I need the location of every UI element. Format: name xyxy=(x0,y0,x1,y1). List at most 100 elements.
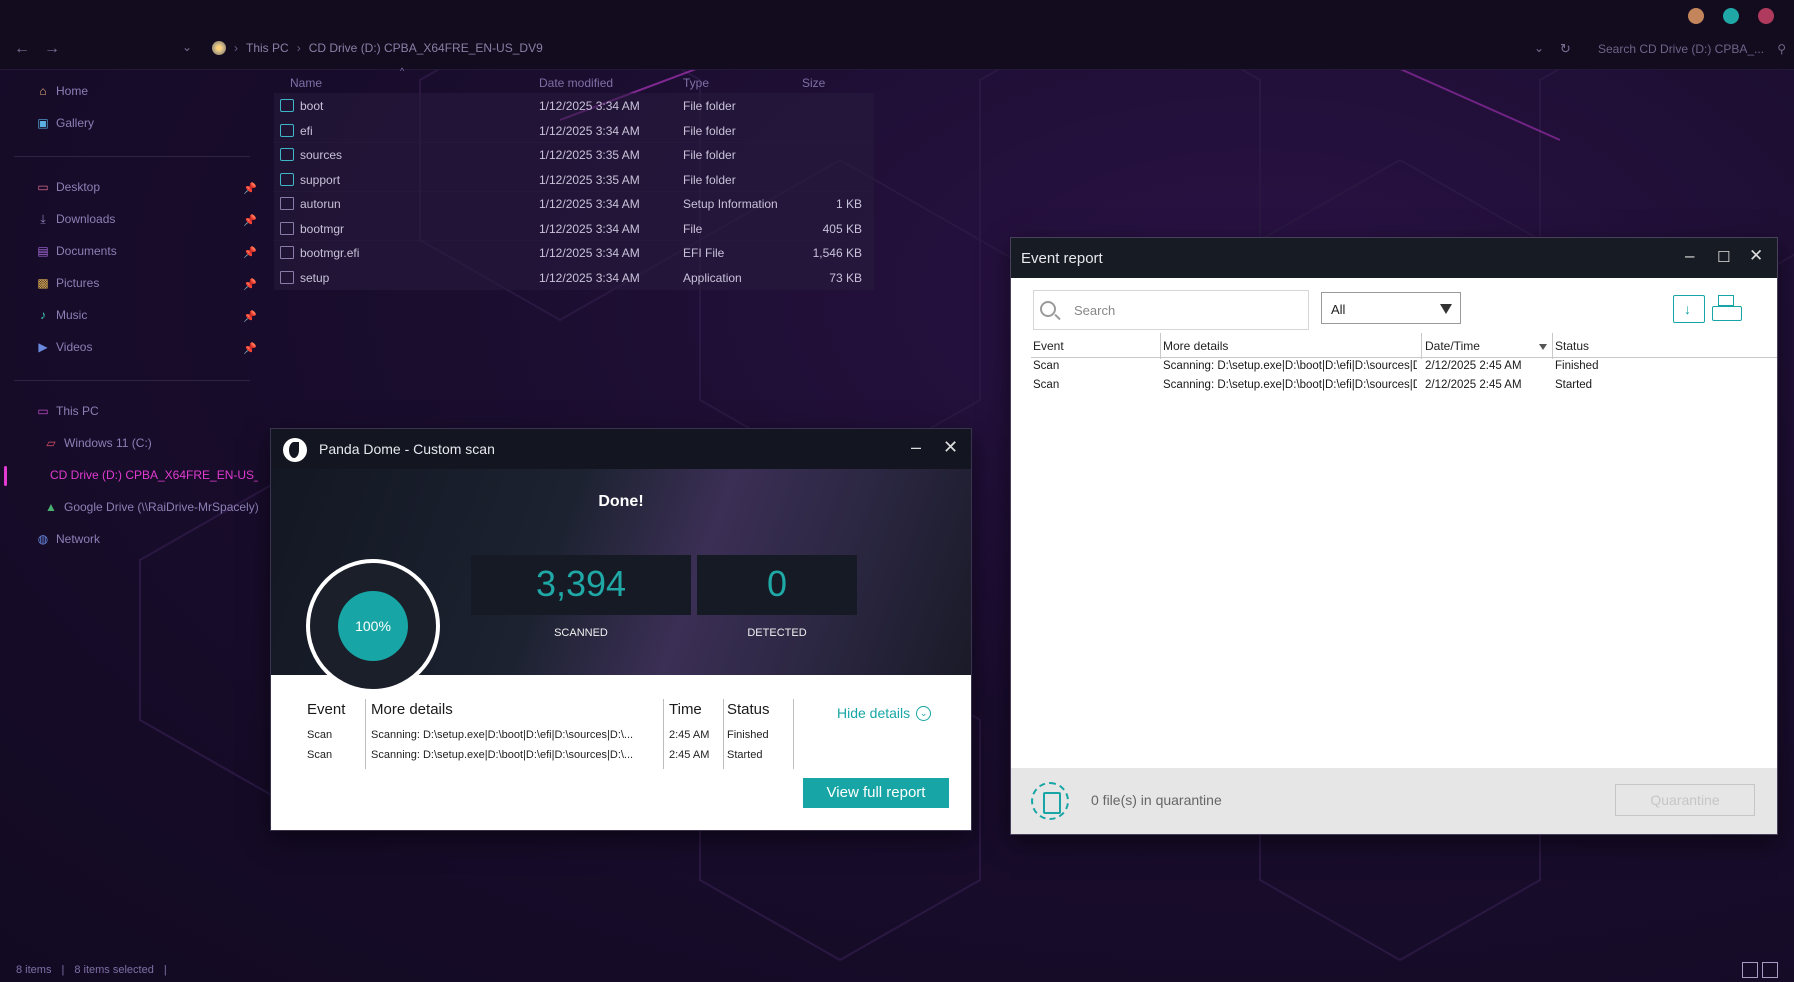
sidebar-item-this-pc[interactable]: ▭ This PC xyxy=(36,404,98,418)
recent-locations-chevron-icon[interactable]: ⌄ xyxy=(182,40,192,54)
event-report-title-bar: Event report – ☐ ✕ xyxy=(1011,238,1777,278)
column-header-size[interactable]: Size xyxy=(802,76,825,90)
close-icon[interactable]: ✕ xyxy=(1749,246,1763,266)
sidebar-item-google-drive[interactable]: ▲ Google Drive (\\RaiDrive-MrSpacely) xyxy=(44,500,259,514)
table-cell-details[interactable]: Scanning: D:\setup.exe|D:\boot|D:\efi|D:… xyxy=(1163,379,1417,391)
quarantine-icon xyxy=(1031,782,1069,820)
table-cell-datetime[interactable]: 2/12/2025 2:45 AM xyxy=(1425,379,1522,391)
table-cell-details[interactable]: Scanning: D:\setup.exe|D:\boot|D:\efi|D:… xyxy=(1163,360,1417,372)
event-filter-select[interactable]: All xyxy=(1321,292,1461,324)
file-row[interactable]: boot 1/12/2025 3:34 AM File folder xyxy=(274,93,874,118)
search-icon: ⚲ xyxy=(1777,42,1786,56)
column-header-status: Status xyxy=(727,701,770,718)
table-cell-event[interactable]: Scan xyxy=(1033,360,1059,372)
navigation-pane: ⌂ Home ▣ Gallery ▭ Desktop 📌 ⤓ Downloads… xyxy=(0,70,262,950)
sidebar-item-documents[interactable]: ▤ Documents xyxy=(36,244,116,258)
table-cell-time: 2:45 AM xyxy=(669,749,710,761)
file-type: Setup Information xyxy=(683,197,778,211)
window-controls xyxy=(1688,8,1774,24)
file-row[interactable]: bootmgr.efi 1/12/2025 3:34 AM EFI File 1,54… xyxy=(274,240,874,265)
refresh-icon[interactable]: ↻ xyxy=(1560,41,1571,57)
tiles-view-icon[interactable] xyxy=(1762,962,1778,978)
table-cell-details: Scanning: D:\setup.exe|D:\boot|D:\efi|D:… xyxy=(371,749,634,761)
column-header-event[interactable]: Event xyxy=(1033,339,1064,353)
table-cell-status[interactable]: Finished xyxy=(1555,360,1598,372)
breadcrumb-cd-drive[interactable]: CD Drive (D:) CPBA_X64FRE_EN-US_DV9 xyxy=(309,41,543,55)
quarantine-button[interactable]: Quarantine xyxy=(1615,784,1755,816)
table-cell-time: 2:45 AM xyxy=(669,729,710,741)
file-size: 1 KB xyxy=(835,197,862,211)
maximize-icon[interactable]: ☐ xyxy=(1717,248,1730,266)
sidebar-item-network[interactable]: ◍ Network xyxy=(36,532,100,546)
column-header-datetime[interactable]: Date/Time xyxy=(1425,339,1480,353)
column-header-date[interactable]: Date modified xyxy=(539,76,613,90)
details-view-icon[interactable] xyxy=(1742,962,1758,978)
sidebar-item-pictures[interactable]: ▩ Pictures xyxy=(36,276,99,290)
sidebar-item-windows-c[interactable]: ▱ Windows 11 (C:) xyxy=(44,436,151,450)
hide-details-link[interactable]: Hide details ⌄ xyxy=(837,705,932,721)
print-icon[interactable] xyxy=(1711,295,1743,323)
sidebar-item-videos[interactable]: ▶ Videos xyxy=(36,340,92,354)
file-icon xyxy=(280,197,294,210)
sort-ascending-icon: ^ xyxy=(400,66,405,76)
forward-arrow-icon[interactable]: → xyxy=(44,40,60,58)
progress-percent: 100% xyxy=(338,591,408,661)
breadcrumb[interactable]: › This PC › CD Drive (D:) CPBA_X64FRE_EN… xyxy=(212,41,543,55)
quarantine-count: 0 file(s) in quarantine xyxy=(1091,792,1222,808)
file-row[interactable]: support 1/12/2025 3:35 AM File folder xyxy=(274,166,874,192)
table-cell-status[interactable]: Started xyxy=(1555,379,1592,391)
sidebar-item-downloads[interactable]: ⤓ Downloads xyxy=(36,212,115,226)
breadcrumb-this-pc[interactable]: This PC xyxy=(246,41,289,55)
detected-label: DETECTED xyxy=(747,627,807,639)
minimize-dot-icon[interactable] xyxy=(1688,8,1704,24)
search-placeholder: Search CD Drive (D:) CPBA_... xyxy=(1598,42,1765,56)
close-icon[interactable]: ✕ xyxy=(943,437,958,458)
file-date: 1/12/2025 3:34 AM xyxy=(539,197,640,211)
sidebar-item-desktop[interactable]: ▭ Desktop xyxy=(36,180,100,194)
file-row[interactable]: efi 1/12/2025 3:34 AM File folder xyxy=(274,117,874,143)
pin-icon: 📌 xyxy=(243,311,257,323)
view-full-report-button[interactable]: View full report xyxy=(803,778,949,808)
column-header-event: Event xyxy=(307,701,346,718)
file-date: 1/12/2025 3:34 AM xyxy=(539,123,640,138)
minimize-icon[interactable]: – xyxy=(911,437,921,458)
table-cell-status: Finished xyxy=(727,729,769,741)
column-header-type[interactable]: Type xyxy=(683,76,709,90)
file-name: autorun xyxy=(300,197,341,211)
sidebar-item-music[interactable]: ♪ Music xyxy=(36,308,87,322)
computer-icon: ▭ xyxy=(37,404,49,418)
file-row[interactable]: sources 1/12/2025 3:35 AM File folder xyxy=(274,142,874,167)
table-cell-event: Scan xyxy=(307,729,333,741)
close-dot-icon[interactable] xyxy=(1758,8,1774,24)
file-row[interactable]: setup 1/12/2025 3:34 AM Application 73 KB xyxy=(274,264,874,290)
pin-icon: 📌 xyxy=(243,247,257,259)
file-row[interactable]: bootmgr 1/12/2025 3:34 AM File 405 KB xyxy=(274,215,874,241)
export-folder-icon[interactable] xyxy=(1673,295,1705,323)
home-icon: ⌂ xyxy=(39,84,47,98)
file-row[interactable]: autorun 1/12/2025 3:34 AM Setup Informatio… xyxy=(274,191,874,216)
panda-title-bar: Panda Dome - Custom scan – ✕ xyxy=(271,429,971,469)
file-type: Application xyxy=(683,270,742,285)
file-date: 1/12/2025 3:34 AM xyxy=(539,246,640,260)
table-cell-datetime[interactable]: 2/12/2025 2:45 AM xyxy=(1425,360,1522,372)
table-cell-event[interactable]: Scan xyxy=(1033,379,1059,391)
sidebar-item-home[interactable]: ⌂ Home xyxy=(36,84,88,98)
file-size: 1,546 KB xyxy=(812,246,862,260)
sidebar-item-gallery[interactable]: ▣ Gallery xyxy=(36,116,94,130)
column-header-status[interactable]: Status xyxy=(1555,339,1589,353)
file-date: 1/12/2025 3:35 AM xyxy=(539,148,640,162)
gallery-icon: ▣ xyxy=(37,116,49,130)
file-type: File folder xyxy=(683,172,736,187)
file-name: support xyxy=(300,172,341,187)
address-dropdown-chevron-icon[interactable]: ⌄ xyxy=(1534,41,1544,55)
maximize-dot-icon[interactable] xyxy=(1723,8,1739,24)
column-header-details[interactable]: More details xyxy=(1163,339,1228,353)
explorer-search-input[interactable]: Search CD Drive (D:) CPBA_... ⚲ xyxy=(1590,34,1794,70)
scanned-counter: 3,394 xyxy=(471,555,691,615)
back-arrow-icon[interactable]: ← xyxy=(14,40,30,58)
column-header-name[interactable]: Name xyxy=(290,76,322,90)
event-search-input[interactable]: Search xyxy=(1033,290,1309,330)
network-icon: ◍ xyxy=(37,532,49,546)
sidebar-item-cd-drive[interactable]: CD Drive (D:) CPBA_X64FRE_EN-US_D xyxy=(44,468,258,482)
minimize-icon[interactable]: – xyxy=(1685,246,1694,266)
